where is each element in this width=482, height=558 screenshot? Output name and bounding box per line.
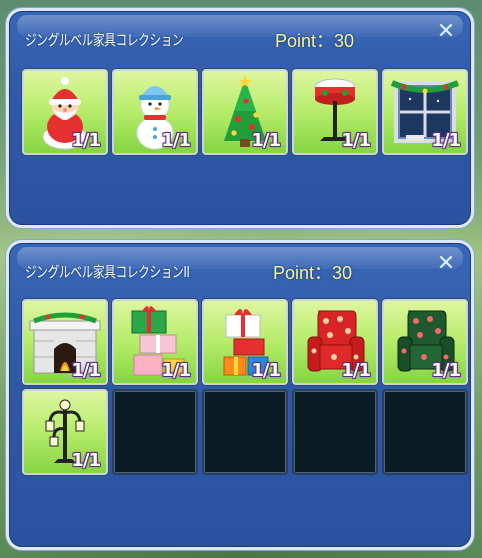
- quantity-label: 1/1: [341, 360, 371, 381]
- item-slot-fireplace[interactable]: 1/1: [22, 299, 108, 385]
- quantity-label: 1/1: [71, 360, 101, 381]
- quantity-label: 1/1: [161, 360, 191, 381]
- points-label: Point：30: [273, 263, 353, 283]
- item-slot-christmas-window[interactable]: 1/1: [382, 69, 468, 155]
- empty-slot[interactable]: [202, 389, 288, 475]
- quantity-label: 1/1: [71, 130, 101, 151]
- empty-slot[interactable]: [382, 389, 468, 475]
- item-slot-street-lamp[interactable]: 1/1: [22, 389, 108, 475]
- points-label: Point：30: [275, 31, 355, 51]
- item-grid: 1/1 1/1: [22, 299, 468, 475]
- collection-title: ジングルベル家具コレクション: [25, 31, 184, 49]
- quantity-label: 1/1: [341, 130, 371, 151]
- item-slot-red-gift-stack[interactable]: 1/1: [202, 299, 288, 385]
- collection-panel-1: ジングルベル家具コレクション Point：30 ✕ 1/1 1/1 1/1 1/…: [6, 8, 474, 228]
- item-slot-snowman[interactable]: 1/1: [112, 69, 198, 155]
- item-slot-christmas-tree[interactable]: 1/1: [202, 69, 288, 155]
- item-slot-lamp-stand[interactable]: 1/1: [292, 69, 378, 155]
- close-icon[interactable]: ✕: [435, 21, 457, 43]
- item-grid: 1/1 1/1: [22, 69, 468, 155]
- collection-title: ジングルベル家具コレクションII: [25, 263, 190, 281]
- quantity-label: 1/1: [251, 130, 281, 151]
- item-slot-red-armchair[interactable]: 1/1: [292, 299, 378, 385]
- quantity-label: 1/1: [431, 360, 461, 381]
- close-icon[interactable]: ✕: [435, 253, 457, 275]
- quantity-label: 1/1: [161, 130, 191, 151]
- item-slot-green-armchair[interactable]: 1/1: [382, 299, 468, 385]
- empty-slot[interactable]: [292, 389, 378, 475]
- item-slot-santa[interactable]: 1/1: [22, 69, 108, 155]
- item-slot-green-gift-stack[interactable]: 1/1: [112, 299, 198, 385]
- collection-panel-2: ジングルベル家具コレクションII Point：30 ✕ 1/1 1/1 1/1 …: [6, 240, 474, 550]
- quantity-label: 1/1: [251, 360, 281, 381]
- empty-slot[interactable]: [112, 389, 198, 475]
- quantity-label: 1/1: [431, 130, 461, 151]
- quantity-label: 1/1: [71, 450, 101, 471]
